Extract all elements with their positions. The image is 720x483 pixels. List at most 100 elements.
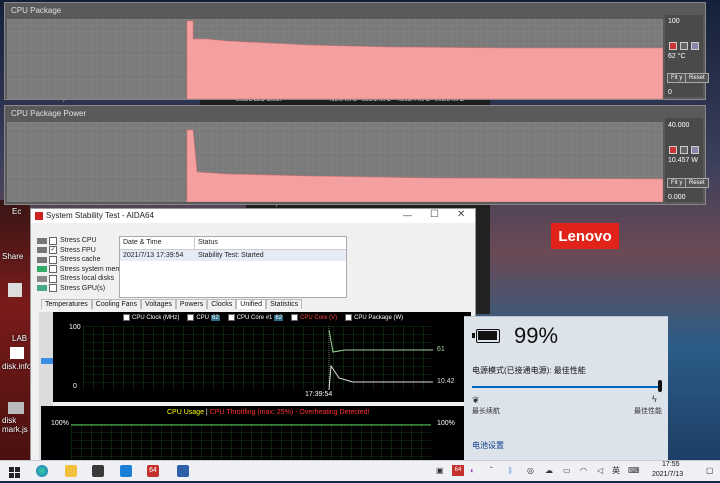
- desktop-file-icon[interactable]: [8, 283, 22, 297]
- color-swatch-gray[interactable]: [680, 42, 688, 50]
- cpu-icon: [37, 237, 47, 244]
- battery-settings-link[interactable]: 电池设置: [472, 440, 504, 451]
- checkbox[interactable]: [49, 236, 57, 245]
- legend-cpu-core-v[interactable]: CPU Core (V): [291, 314, 337, 321]
- log-row[interactable]: 2021/7/13 17:39:54 Stability Test: Start…: [120, 250, 346, 261]
- tab-cooling-fans[interactable]: Cooling Fans: [91, 299, 142, 309]
- stress-cpu-option[interactable]: Stress CPU: [37, 236, 121, 246]
- graph-legend: CPU Clock (MHz) ✓ CPU 62 CPU Core #1 62 CPU…: [123, 314, 411, 321]
- aida64-stability-window[interactable]: System Stability Test - AIDA64 — ☐ ✕ Str…: [30, 208, 476, 462]
- usage-title-sep: |: [205, 409, 208, 416]
- checkbox-checked[interactable]: ✓: [345, 314, 353, 321]
- tab-temperatures[interactable]: Temperatures: [41, 299, 92, 309]
- desktop-icon-label[interactable]: Ec: [12, 207, 21, 216]
- maximize-icon[interactable]: ☐: [430, 209, 439, 220]
- stress-fpu-option[interactable]: ✓ Stress FPU: [37, 246, 121, 256]
- cloud-icon[interactable]: ☁: [545, 466, 553, 475]
- color-swatch-blue[interactable]: [691, 146, 699, 154]
- tray-chevron-icon[interactable]: ˆ: [490, 466, 493, 475]
- column-header[interactable]: Status: [198, 239, 218, 246]
- y-max-right: 100%: [437, 420, 455, 427]
- stress-label: Stress GPU(s): [60, 284, 106, 292]
- keyboard-icon[interactable]: ⌨: [628, 466, 640, 475]
- clock-time[interactable]: 17:55: [662, 461, 680, 468]
- scroll-indicator[interactable]: [41, 358, 53, 364]
- wifi-icon[interactable]: ◠: [580, 466, 587, 475]
- edge-icon[interactable]: [36, 465, 48, 477]
- battery-tray-icon[interactable]: ▭: [563, 466, 571, 475]
- power-mode-label: 电源模式(已接通电源): 最佳性能: [472, 366, 586, 375]
- checkbox-checked[interactable]: ✓: [187, 314, 195, 321]
- checkbox[interactable]: [49, 274, 57, 283]
- tab-unified[interactable]: Unified: [236, 299, 267, 309]
- color-swatch-gray[interactable]: [680, 146, 688, 154]
- desktop-file-icon[interactable]: [10, 347, 24, 359]
- battery-flyout: 99% 电源模式(已接通电源): 最佳性能 ❦ ϟ 最长续航 最佳性能 电池设置: [464, 316, 668, 461]
- tray-app-icon[interactable]: ◎: [527, 466, 534, 475]
- tab-statistics[interactable]: Statistics: [266, 299, 303, 309]
- fit-y-button[interactable]: Fit y: [667, 73, 687, 83]
- legend-cpu-core1[interactable]: CPU Core #1 62: [227, 314, 284, 321]
- checkbox[interactable]: [291, 314, 299, 321]
- power-mode-slider-track[interactable]: [472, 386, 660, 388]
- power-mode-slider-thumb[interactable]: [658, 380, 662, 392]
- desktop-file-icon[interactable]: [8, 402, 24, 414]
- desktop-icon-label[interactable]: Share: [2, 252, 23, 261]
- window-title: CPU Package: [11, 6, 62, 15]
- tray-app-icon[interactable]: ▣: [436, 466, 444, 475]
- stress-cache-option[interactable]: Stress cache: [37, 255, 121, 265]
- current-value: 62 °C: [668, 53, 686, 60]
- notification-icon[interactable]: ▢: [706, 466, 714, 475]
- usage-title-left: CPU Usage: [167, 409, 204, 416]
- legend-cpu-package-w[interactable]: ✓ CPU Package (W): [345, 314, 403, 321]
- usage-title-right: CPU Throttling (max: 25%) - Overheating …: [209, 409, 370, 416]
- leaf-icon: ❦: [472, 395, 480, 405]
- color-swatch-red[interactable]: [669, 146, 677, 154]
- checkbox[interactable]: [48, 265, 57, 274]
- file-explorer-icon[interactable]: [65, 465, 77, 477]
- close-icon[interactable]: ✕: [457, 209, 465, 220]
- start-icon[interactable]: [9, 465, 20, 478]
- volume-icon[interactable]: ◁: [597, 466, 603, 475]
- ime-indicator[interactable]: 英: [612, 465, 620, 476]
- stress-disks-option[interactable]: Stress local disks: [37, 274, 121, 284]
- log-status: Stability Test: Started: [198, 252, 264, 259]
- color-swatch-red[interactable]: [669, 42, 677, 50]
- current-value: 10.457 W: [668, 157, 698, 164]
- tab-voltages[interactable]: Voltages: [141, 299, 176, 309]
- fit-y-button[interactable]: Fit y: [667, 178, 687, 188]
- tab-powers[interactable]: Powers: [175, 299, 208, 309]
- desktop-icon-label[interactable]: LAB: [12, 334, 27, 343]
- desktop-icon-label[interactable]: disk.info: [2, 362, 31, 371]
- column-header[interactable]: Date & Time: [123, 239, 162, 246]
- store-icon[interactable]: [92, 465, 104, 477]
- window-titlebar[interactable]: System Stability Test - AIDA64 — ☐ ✕: [31, 209, 475, 223]
- desktop-icon-label[interactable]: disk mark.js: [2, 416, 32, 434]
- usage-graph-title: CPU Usage | CPU Throttling (max: 25%) - …: [167, 409, 369, 416]
- aida64-taskbar-icon[interactable]: 64: [147, 465, 159, 477]
- checkbox[interactable]: [227, 314, 235, 321]
- bluetooth-icon[interactable]: ᛒ: [508, 466, 513, 475]
- monitor-app-icon[interactable]: [177, 465, 189, 477]
- checkbox[interactable]: [49, 255, 57, 264]
- tray-aida64-icon[interactable]: 64: [452, 465, 464, 476]
- tab-clocks[interactable]: Clocks: [207, 299, 237, 309]
- minimize-icon[interactable]: —: [403, 210, 412, 220]
- stress-gpu-option[interactable]: Stress GPU(s): [37, 284, 121, 294]
- legend-cpu-clock[interactable]: CPU Clock (MHz): [123, 314, 179, 321]
- cpu-power-plot: [7, 122, 663, 202]
- cpu-package-window[interactable]: CPU Package 100 62 °C Fit y Reset 0: [4, 2, 709, 100]
- checkbox[interactable]: [49, 284, 57, 293]
- mail-icon[interactable]: [120, 465, 132, 477]
- reset-button[interactable]: Reset: [685, 73, 709, 83]
- cpu-package-power-window[interactable]: CPU Package Power 40.000 10.457 W Fit y …: [4, 105, 709, 205]
- tray-color-icon[interactable]: ◐: [470, 466, 475, 475]
- legend-cpu[interactable]: ✓ CPU 62: [187, 314, 220, 321]
- slider-left-label: 最长续航: [472, 408, 500, 415]
- checkbox-checked[interactable]: ✓: [49, 246, 57, 255]
- stress-memory-option[interactable]: Stress system memory: [37, 265, 121, 275]
- checkbox[interactable]: [123, 314, 130, 321]
- reset-button[interactable]: Reset: [685, 178, 709, 188]
- color-swatch-blue[interactable]: [691, 42, 699, 50]
- clock-date[interactable]: 2021/7/13: [652, 471, 683, 478]
